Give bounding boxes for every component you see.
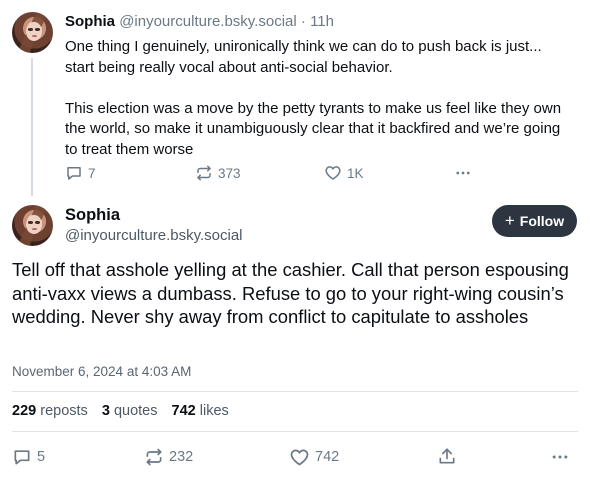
main-repost-button[interactable]: 232 bbox=[144, 447, 193, 467]
main-more-button[interactable] bbox=[550, 447, 570, 467]
ellipsis-icon bbox=[454, 164, 472, 182]
parent-post-header: Sophia @inyourculture.bsky.social · 11h bbox=[65, 12, 334, 32]
repost-arrows-icon bbox=[195, 164, 213, 182]
parent-post-text: One thing I genuinely, unironically thin… bbox=[65, 37, 570, 160]
likes-label: likes bbox=[199, 403, 229, 419]
main-post-timestamp[interactable]: November 6, 2024 at 4:03 AM bbox=[12, 364, 191, 379]
ellipsis-icon bbox=[550, 447, 570, 467]
heart-icon bbox=[289, 447, 310, 468]
post-stats: 229 reposts 3 quotes 742 likes bbox=[12, 403, 239, 419]
divider bbox=[12, 431, 578, 432]
parent-reply-count: 7 bbox=[88, 165, 96, 181]
main-like-button[interactable]: 742 bbox=[289, 447, 339, 467]
reposts-count: 229 bbox=[12, 403, 37, 419]
main-author-name[interactable]: Sophia bbox=[65, 205, 120, 225]
main-author-handle[interactable]: @inyourculture.bsky.social bbox=[65, 226, 243, 246]
share-button[interactable] bbox=[437, 446, 457, 466]
parent-repost-count: 373 bbox=[218, 165, 241, 181]
main-author-avatar[interactable] bbox=[12, 205, 53, 246]
thread-connector-line bbox=[31, 58, 33, 196]
share-upload-icon bbox=[437, 446, 457, 466]
quotes-label: quotes bbox=[113, 403, 158, 419]
main-post-text: Tell off that asshole yelling at the cas… bbox=[12, 259, 569, 328]
parent-more-button[interactable] bbox=[454, 163, 472, 183]
follow-label: Follow bbox=[519, 213, 565, 229]
parent-author-avatar[interactable] bbox=[12, 12, 53, 53]
reposts-label: reposts bbox=[40, 403, 88, 419]
main-like-count: 742 bbox=[315, 449, 340, 465]
likes-count: 742 bbox=[171, 403, 196, 419]
parent-like-count: 1K bbox=[347, 165, 364, 181]
main-reply-button[interactable]: 5 bbox=[12, 447, 45, 467]
likes-stat[interactable]: 742 likes bbox=[172, 403, 229, 419]
repost-arrows-icon bbox=[144, 447, 164, 467]
main-reply-count: 5 bbox=[37, 449, 46, 465]
parent-post-time[interactable]: 11h bbox=[310, 13, 334, 30]
reposts-stat[interactable]: 229 reposts bbox=[12, 403, 88, 419]
parent-post[interactable]: Sophia @inyourculture.bsky.social · 11h … bbox=[0, 0, 590, 196]
parent-post-actions: 7 373 1K bbox=[65, 163, 485, 183]
heart-icon bbox=[324, 164, 342, 182]
quotes-count: 3 bbox=[101, 403, 110, 419]
main-repost-count: 232 bbox=[169, 449, 194, 465]
parent-like-button[interactable]: 1K bbox=[324, 163, 364, 183]
parent-post-paragraph: One thing I genuinely, unironically thin… bbox=[65, 38, 542, 76]
divider bbox=[12, 391, 578, 392]
parent-repost-button[interactable]: 373 bbox=[195, 163, 241, 183]
plus-icon: + bbox=[504, 211, 515, 230]
quotes-stat[interactable]: 3 quotes bbox=[102, 403, 158, 419]
parent-reply-button[interactable]: 7 bbox=[65, 163, 96, 183]
speech-bubble-icon bbox=[12, 447, 32, 467]
follow-button[interactable]: + Follow bbox=[492, 205, 577, 237]
speech-bubble-icon bbox=[65, 164, 83, 182]
main-post-actions: 5 232 742 bbox=[12, 446, 578, 468]
parent-author-handle[interactable]: @inyourculture.bsky.social bbox=[119, 13, 297, 30]
header-separator: · bbox=[300, 13, 306, 30]
parent-author-name[interactable]: Sophia bbox=[65, 13, 115, 30]
parent-post-paragraph: This election was a move by the petty ty… bbox=[65, 99, 562, 158]
